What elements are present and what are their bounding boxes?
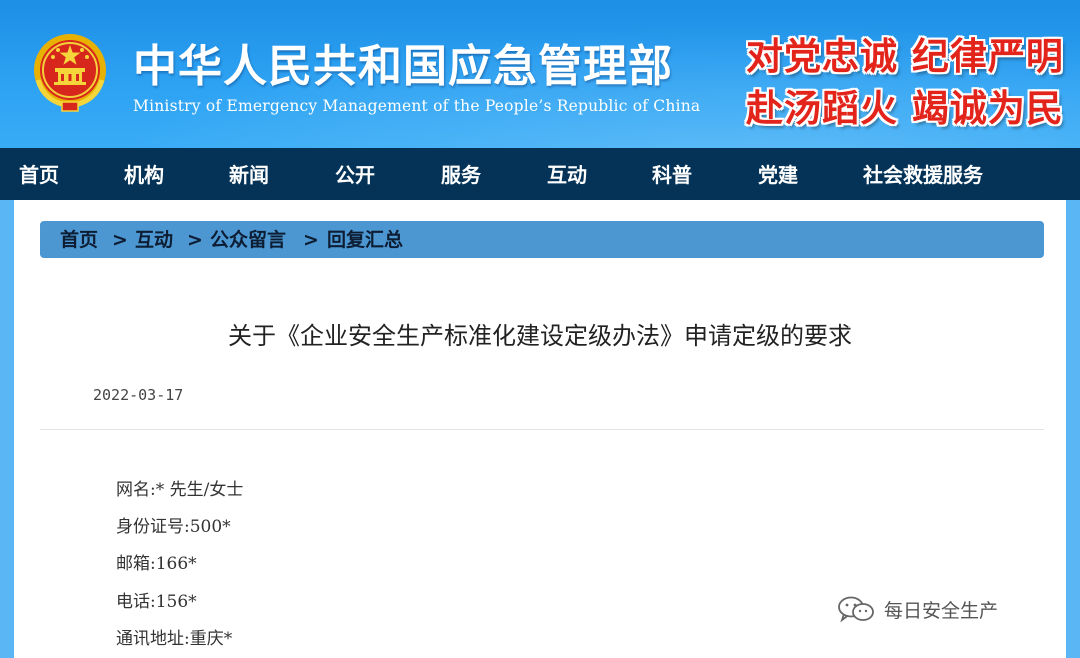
- main-nav: 首页 机构 新闻 公开 服务 互动 科普 党建 社会救援服务: [0, 148, 1080, 200]
- site-title-cn[interactable]: 中华人民共和国应急管理部: [133, 30, 673, 94]
- site-header: 中华人民共和国应急管理部 Ministry of Emergency Manag…: [0, 0, 1080, 148]
- divider: [40, 429, 1044, 430]
- nav-item-party[interactable]: 党建: [758, 148, 798, 200]
- breadcrumb-home[interactable]: 首页: [60, 221, 98, 259]
- nav-item-disclosure[interactable]: 公开: [335, 148, 375, 200]
- nav-item-rescue-services[interactable]: 社会救援服务: [863, 148, 983, 200]
- slogan-line-1: 对党忠诚 纪律严明: [746, 34, 1064, 78]
- watermark-text: 每日安全生产: [884, 599, 999, 622]
- breadcrumb-interaction[interactable]: 互动: [135, 221, 173, 259]
- breadcrumb-reply-summary[interactable]: 回复汇总: [327, 221, 403, 259]
- field-address: 通讯地址:重庆*: [116, 629, 233, 649]
- field-net-name: 网名:* 先生/女士: [116, 480, 244, 500]
- article-title: 关于《企业安全生产标准化建设定级办法》申请定级的要求: [228, 322, 852, 350]
- breadcrumb-separator: >: [303, 229, 319, 251]
- nav-item-home[interactable]: 首页: [19, 148, 59, 200]
- nav-item-organization[interactable]: 机构: [124, 148, 164, 200]
- page-side-left: [0, 200, 14, 658]
- nav-item-science[interactable]: 科普: [652, 148, 692, 200]
- nav-item-interaction[interactable]: 互动: [547, 148, 587, 200]
- field-id-number: 身份证号:500*: [116, 517, 231, 537]
- field-phone: 电话:156*: [116, 592, 197, 612]
- national-emblem-icon[interactable]: [28, 30, 112, 114]
- breadcrumb-separator: >: [112, 229, 128, 251]
- page-side-right: [1066, 200, 1080, 658]
- field-email: 邮箱:166*: [116, 554, 197, 574]
- wechat-icon: [838, 596, 874, 623]
- nav-item-services[interactable]: 服务: [441, 148, 481, 200]
- breadcrumb-separator: >: [187, 229, 203, 251]
- nav-item-news[interactable]: 新闻: [229, 148, 269, 200]
- breadcrumb: 首页 > 互动 > 公众留言 > 回复汇总: [40, 221, 1044, 258]
- slogan-line-2: 赴汤蹈火 竭诚为民: [746, 86, 1064, 130]
- article-date: 2022-03-17: [93, 386, 184, 404]
- watermark: 每日安全生产: [836, 594, 998, 624]
- breadcrumb-public-messages[interactable]: 公众留言: [210, 221, 286, 259]
- site-title-en[interactable]: Ministry of Emergency Management of the …: [133, 97, 700, 115]
